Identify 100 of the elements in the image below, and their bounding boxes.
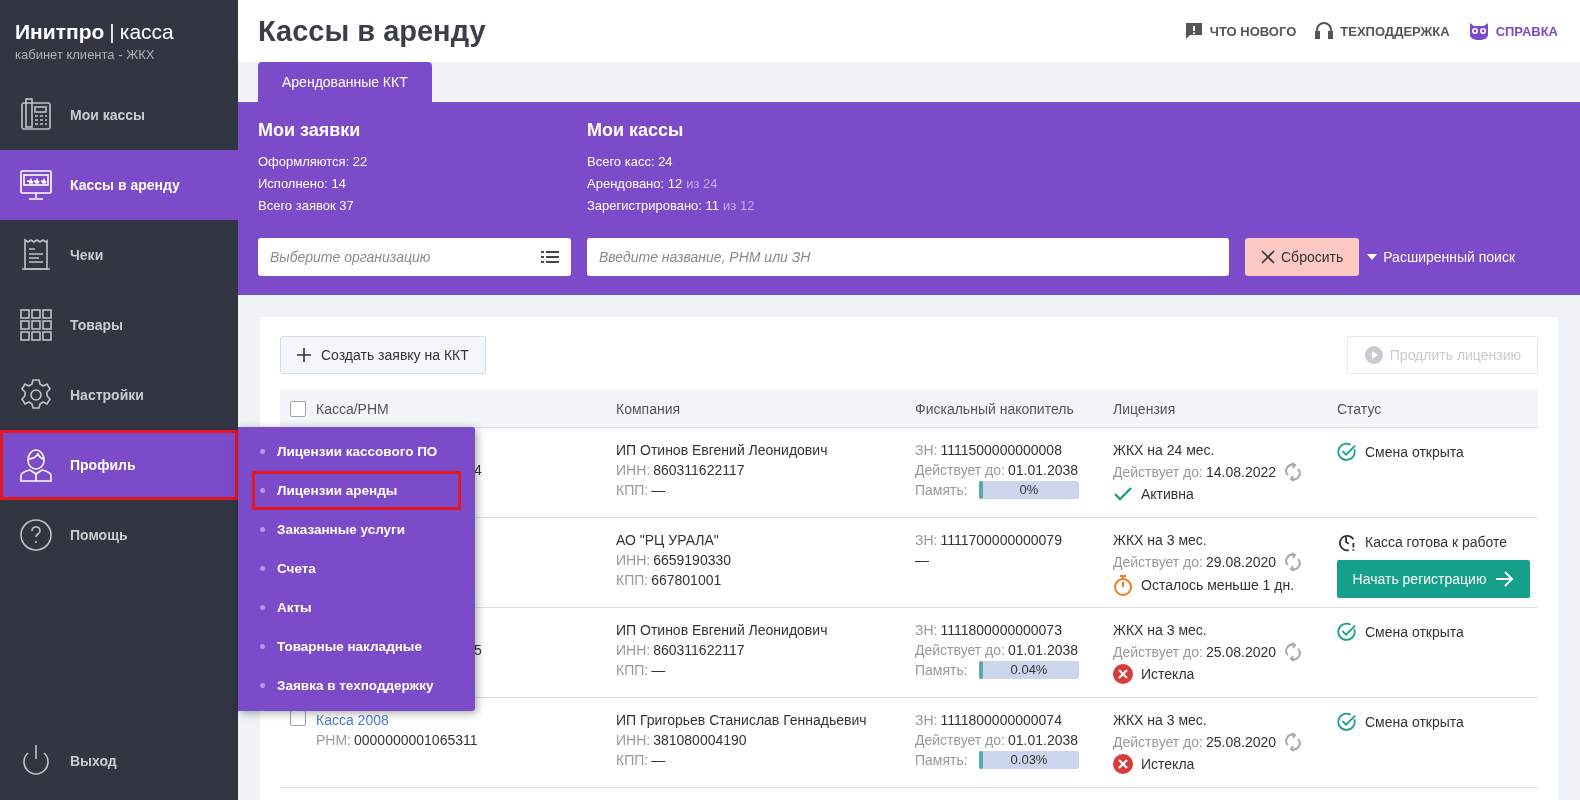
headset-icon — [1314, 21, 1335, 41]
header-link[interactable]: ЧТО НОВОГО — [1183, 21, 1297, 41]
field-label: ИНН: — [616, 551, 651, 570]
stat-text: Оформляются: 22 — [258, 153, 368, 171]
field-value: 1111700000000079 — [940, 531, 1062, 550]
status-text: Смена открыта — [1365, 623, 1464, 642]
stat-text: Арендовано: 12 — [587, 175, 683, 193]
column-header: Компания — [616, 400, 681, 417]
stat-total: из 24 — [686, 175, 718, 193]
license-state: Истекла — [1141, 755, 1195, 774]
menu-item[interactable]: Лицензии кассового ПО — [252, 432, 461, 471]
field-value: — — [915, 551, 930, 570]
field-value: 25.08.2020 — [1205, 643, 1277, 662]
stat-text: Всего касс: 24 — [587, 153, 673, 171]
company-name: АО "РЦ УРАЛА" — [616, 531, 720, 550]
bullet-icon — [260, 449, 265, 454]
advanced-search-link[interactable]: Расширенный поиск — [1367, 249, 1516, 265]
reset-button[interactable]: Сбросить — [1245, 238, 1360, 276]
field-label: ЗН: — [915, 621, 938, 640]
error-icon — [1113, 664, 1133, 684]
cassa-link[interactable]: Касса 2008 — [316, 710, 389, 730]
field-label: КПП: — [616, 751, 649, 770]
field-value: 25.08.2020 — [1205, 733, 1277, 752]
field-label: Действует до: — [1113, 643, 1203, 662]
stat-title: Мои кассы — [587, 120, 685, 141]
field-label: Действует до: — [915, 461, 1005, 480]
error-icon — [1113, 754, 1133, 774]
company-name: ИП Отинов Евгений Леонидович — [616, 621, 829, 640]
start-registration-button[interactable]: Начать регистрацию — [1337, 560, 1530, 598]
license-state: Активна — [1141, 485, 1194, 504]
bullet-icon — [260, 683, 265, 688]
field-label: Память: — [915, 661, 967, 680]
stat-total: из 12 — [723, 197, 755, 215]
stat-text: Исполнено: 14 — [258, 175, 346, 193]
logout-item[interactable]: Выход — [0, 726, 238, 796]
brand-separator: | — [109, 20, 115, 44]
license-title: ЖКХ на 3 мес. — [1113, 531, 1208, 550]
field-value: 1111800000000073 — [940, 621, 1062, 640]
field-label: Память: — [915, 481, 967, 500]
refresh-icon[interactable] — [1283, 732, 1304, 752]
header-link[interactable]: ТЕХПОДДЕРЖКА — [1314, 21, 1450, 41]
field-value: 29.08.2020 — [1205, 553, 1277, 572]
field-value: 860311622117 — [653, 641, 745, 660]
arrow-right-icon — [1496, 571, 1515, 587]
list-icon[interactable] — [541, 250, 559, 264]
field-label: Действует до: — [915, 641, 1005, 660]
menu-item[interactable]: Заказанные услуги — [252, 510, 461, 549]
sidebar-item[interactable]: Товары — [0, 290, 238, 360]
field-value: 01.01.2038 — [1007, 731, 1079, 750]
bullet-icon — [260, 566, 265, 571]
brand-subtitle: кабинет клиента - ЖКХ — [15, 47, 156, 62]
refresh-icon[interactable] — [1283, 552, 1304, 572]
field-value: — — [651, 751, 666, 770]
caret-icon — [1367, 254, 1378, 260]
header-link[interactable]: СПРАВКА — [1467, 21, 1558, 41]
status-text: Смена открыта — [1365, 713, 1464, 732]
license-state: Осталось меньше 1 дн. — [1141, 576, 1295, 595]
check-circle-icon — [1337, 622, 1357, 642]
menu-item[interactable]: Акты — [252, 588, 461, 627]
field-label: ИНН: — [616, 461, 651, 480]
menu-item[interactable]: Товарные накладные — [252, 627, 461, 666]
sidebar-item[interactable]: Профиль — [0, 430, 238, 500]
search-field[interactable]: Введите название, РНМ или ЗН — [587, 238, 1229, 276]
sidebar-item[interactable]: Настройки — [0, 360, 238, 430]
refresh-icon[interactable] — [1283, 462, 1304, 482]
organization-select[interactable]: Выберите организацию — [258, 238, 571, 276]
create-request-button[interactable]: Создать заявку на ККТ — [280, 336, 486, 374]
field-value: — — [651, 661, 666, 680]
tab[interactable]: Арендованные ККТ — [258, 62, 432, 102]
message-icon — [1183, 21, 1204, 41]
bullet-icon — [260, 644, 265, 649]
company-name: ИП Отинов Евгений Леонидович — [616, 441, 829, 460]
check-circle-icon — [1337, 442, 1357, 462]
sidebar-item[interactable]: Кассы в аренду — [0, 150, 238, 220]
plus-icon — [297, 348, 311, 362]
sidebar-item[interactable]: Чеки — [0, 220, 238, 290]
field-value: 667801001 — [651, 571, 722, 590]
field-value: 1111500000000008 — [940, 441, 1062, 460]
column-header: Лицензия — [1113, 400, 1176, 417]
field-label: ЗН: — [915, 531, 938, 550]
menu-item[interactable]: Заявка в техподдержку — [252, 666, 461, 705]
refresh-icon[interactable] — [1283, 642, 1304, 662]
menu-item[interactable]: Счета — [252, 549, 461, 588]
field-value: — — [651, 481, 666, 500]
field-value: 6659190330 — [653, 551, 732, 570]
field-value: 1111800000000074 — [940, 711, 1062, 730]
field-label: ИНН: — [616, 731, 651, 750]
menu-item[interactable]: Лицензии аренды — [252, 471, 461, 510]
checkbox[interactable] — [290, 400, 306, 417]
bullet-icon — [260, 527, 265, 532]
field-label: Действует до: — [915, 731, 1005, 750]
bullet-icon — [260, 605, 265, 610]
field-label: КПП: — [616, 481, 649, 500]
stat-text: Всего заявок 37 — [258, 197, 354, 215]
rnm-value: 4 — [474, 462, 482, 478]
field-label: Действует до: — [1113, 553, 1203, 572]
sidebar-item[interactable]: Мои кассы — [0, 80, 238, 150]
column-header: Фискальный накопитель — [915, 400, 1074, 417]
brand-name: Инитпро — [15, 20, 105, 44]
sidebar-item[interactable]: Помощь — [0, 500, 238, 570]
